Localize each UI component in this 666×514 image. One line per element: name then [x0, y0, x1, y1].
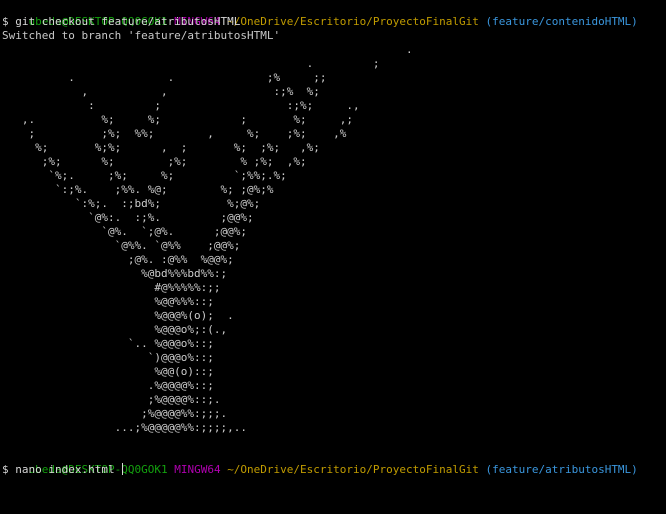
prompt-path: ~/OneDrive/Escritorio/ProyectoFinalGit [227, 463, 479, 476]
prompt-system: MINGW64 [174, 463, 221, 476]
text-cursor [122, 463, 124, 475]
prompt-path: ~/OneDrive/Escritorio/ProyectoFinalGit [227, 15, 479, 28]
prompt-line: ubeda@DESKTOP-QQ0GOK1 MINGW64 ~/OneDrive… [2, 449, 664, 476]
command-text[interactable]: $ nano index.html [2, 463, 121, 476]
ascii-art-tree: . . ; . . ;% ;; , , :;% %; : ;:;%; ., ,… [21, 43, 413, 434]
terminal-window[interactable]: ubeda@DESKTOP-QQ0GOK1 MINGW64 ~/OneDrive… [2, 1, 664, 513]
prompt-line: ubeda@DESKTOP-QQ0GOK1 MINGW64 ~/OneDrive… [2, 1, 664, 28]
prompt-branch: (feature/contenidoHTML) [485, 15, 638, 28]
command-output: Switched to branch 'feature/atributosHTM… [2, 29, 281, 42]
prompt-branch: (feature/atributosHTML) [485, 463, 638, 476]
